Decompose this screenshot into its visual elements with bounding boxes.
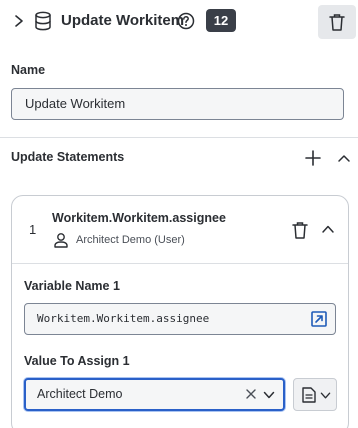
trash-icon[interactable] (292, 221, 308, 239)
chevron-up-icon[interactable] (321, 222, 335, 236)
update-statement-card: 1 Workitem.Workitem.assignee Architect D… (11, 195, 349, 428)
variable-name-label: Variable Name 1 (24, 279, 120, 293)
name-label: Name (11, 63, 46, 77)
panel-header: Update Workitem 12 (0, 0, 358, 44)
chevron-up-icon[interactable] (336, 150, 352, 166)
statement-header: 1 Workitem.Workitem.assignee Architect D… (12, 196, 348, 264)
panel-title: Update Workitem (61, 12, 185, 29)
value-to-assign-select[interactable]: Architect Demo (24, 378, 285, 411)
open-external-icon[interactable] (310, 310, 328, 328)
value-to-assign-label: Value To Assign 1 (24, 354, 130, 368)
chevron-down-icon (320, 392, 331, 399)
statement-subtitle: Architect Demo (User) (76, 234, 185, 246)
delete-action-button[interactable] (318, 5, 356, 39)
clear-icon[interactable] (245, 388, 257, 400)
help-circle-icon[interactable] (177, 12, 195, 30)
document-icon (302, 387, 316, 403)
database-icon (35, 11, 51, 31)
user-icon (54, 233, 68, 248)
statement-index: 1 (29, 222, 37, 237)
update-statements-label: Update Statements (11, 150, 125, 164)
add-statement-icon[interactable] (304, 149, 322, 167)
selected-value: Architect Demo (37, 387, 123, 401)
chevron-right-icon[interactable] (12, 14, 26, 28)
chevron-down-icon[interactable] (263, 389, 275, 401)
value-type-button[interactable] (293, 378, 337, 411)
statement-title: Workitem.Workitem.assignee (52, 211, 226, 225)
section-divider (0, 137, 358, 138)
name-input[interactable]: Update Workitem (11, 88, 344, 120)
variable-name-field[interactable]: Workitem.Workitem.assignee (24, 303, 336, 335)
trash-icon (329, 14, 345, 31)
count-badge: 12 (206, 9, 236, 32)
